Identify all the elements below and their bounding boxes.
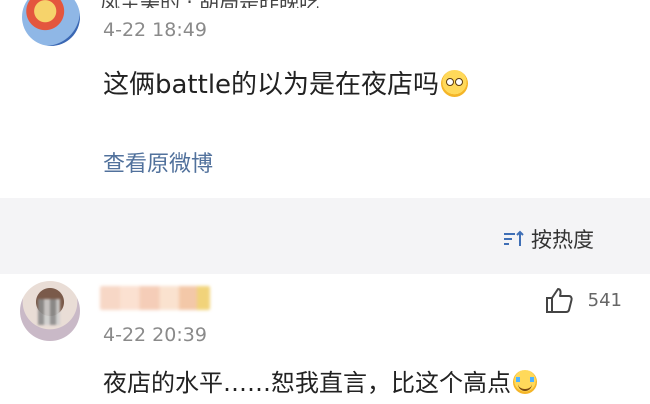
view-original-link[interactable]: 查看原微博 xyxy=(103,146,213,178)
sort-icon xyxy=(504,230,524,246)
comment-author-avatar[interactable] xyxy=(20,281,80,341)
like-count: 541 xyxy=(587,289,622,311)
laughing-crying-icon xyxy=(513,370,537,394)
like-button[interactable]: 541 xyxy=(544,286,622,314)
sort-by-hot-button[interactable]: 按热度 xyxy=(503,224,594,254)
surprised-face-icon xyxy=(441,70,469,97)
avatar-blur xyxy=(38,299,60,325)
comment-content-text: 夜店的水平……恕我直言，比这个高点 xyxy=(103,369,511,397)
thumbs-up-icon xyxy=(545,288,573,313)
comment-content: 夜店的水平……恕我直言，比这个高点 xyxy=(103,363,537,398)
post-author-name[interactable]: 凤尘美的 · 胡局是昨晚吃 xyxy=(100,0,360,8)
post-content: 这俩battle的以为是在夜店吗 xyxy=(103,64,469,101)
post-timestamp: 4-22 18:49 xyxy=(103,19,207,41)
sort-label: 按热度 xyxy=(531,228,594,252)
post-content-text: 这俩battle的以为是在夜店吗 xyxy=(103,70,440,100)
comment-author-name-blurred[interactable] xyxy=(100,286,210,310)
comment-timestamp: 4-22 20:39 xyxy=(103,324,207,346)
